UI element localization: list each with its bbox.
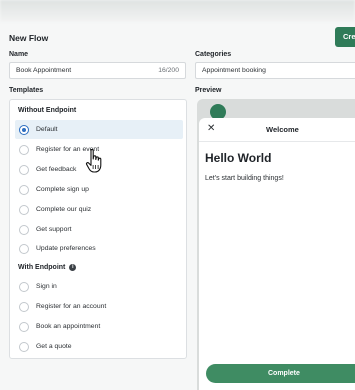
template-option-complete-quiz[interactable]: Complete our quiz — [15, 200, 183, 219]
template-option-sign-in[interactable]: Sign in — [15, 277, 183, 296]
template-option-complete-sign-up[interactable]: Complete sign up — [15, 180, 183, 199]
template-option-update-preferences[interactable]: Update preferences — [15, 239, 183, 258]
info-icon[interactable]: i — [69, 264, 77, 271]
templates-label: Templates — [9, 87, 44, 94]
categories-label: Categories — [195, 51, 232, 58]
template-option-get-support[interactable]: Get support — [15, 220, 183, 239]
template-option-label: Register for an account — [36, 303, 107, 310]
new-flow-page: New Flow Cre Name Book Appointment 16/20… — [0, 0, 355, 390]
radio-icon[interactable] — [19, 301, 29, 312]
preview-header: ✕ Welcome — [199, 118, 355, 142]
without-endpoint-heading-text: Without Endpoint — [18, 107, 77, 114]
hand-pointer-cursor-icon — [85, 149, 102, 173]
categories-value: Appointment booking — [202, 67, 266, 74]
with-endpoint-heading-text: With Endpoint — [18, 264, 66, 271]
with-endpoint-heading: With Endpoint i — [18, 264, 77, 271]
preview-label: Preview — [195, 87, 222, 94]
template-option-label: Complete sign up — [36, 186, 89, 193]
without-endpoint-heading: Without Endpoint — [18, 107, 76, 114]
radio-icon[interactable] — [19, 204, 29, 215]
template-option-book-appointment[interactable]: Book an appointment — [15, 317, 183, 336]
radio-icon[interactable] — [19, 243, 29, 254]
page-title: New Flow — [9, 33, 49, 43]
create-button[interactable]: Cre — [335, 27, 355, 47]
radio-icon[interactable] — [19, 144, 29, 155]
template-option-label: Get a quote — [36, 343, 72, 350]
template-option-label: Get feedback — [36, 166, 77, 173]
radio-icon[interactable] — [19, 224, 29, 235]
preview-screen-title: Welcome — [266, 125, 299, 134]
template-option-label: Book an appointment — [36, 323, 101, 330]
preview-phone-screen: ✕ Welcome Hello World Let's start buildi… — [199, 118, 355, 390]
template-option-label: Get support — [36, 226, 72, 233]
radio-icon[interactable] — [19, 321, 29, 332]
radio-icon[interactable] — [19, 341, 29, 352]
name-input-value: Book Appointment — [16, 67, 72, 74]
preview-complete-button[interactable]: Complete — [206, 364, 355, 383]
template-option-label: Update preferences — [36, 245, 96, 252]
template-option-default[interactable]: Default — [15, 120, 183, 139]
template-option-label: Default — [36, 126, 58, 133]
top-bar-blurred — [0, 0, 355, 22]
name-label: Name — [9, 51, 29, 58]
templates-panel: Without Endpoint Default Register for an… — [9, 99, 187, 359]
name-char-count: 16/200 — [158, 67, 179, 74]
template-option-get-quote[interactable]: Get a quote — [15, 337, 183, 356]
template-option-register-account[interactable]: Register for an account — [15, 297, 183, 316]
template-option-label: Complete our quiz — [36, 206, 92, 213]
template-option-label: Sign in — [36, 283, 57, 290]
radio-icon-selected[interactable] — [19, 124, 29, 135]
radio-icon[interactable] — [19, 184, 29, 195]
categories-select[interactable]: Appointment booking — [195, 62, 355, 79]
radio-icon[interactable] — [19, 281, 29, 292]
radio-icon[interactable] — [19, 164, 29, 175]
preview-heading: Hello World — [205, 151, 272, 165]
preview-body-text: Let's start building things! — [205, 175, 284, 182]
close-icon[interactable]: ✕ — [207, 123, 215, 135]
name-input[interactable]: Book Appointment 16/200 — [9, 62, 186, 79]
